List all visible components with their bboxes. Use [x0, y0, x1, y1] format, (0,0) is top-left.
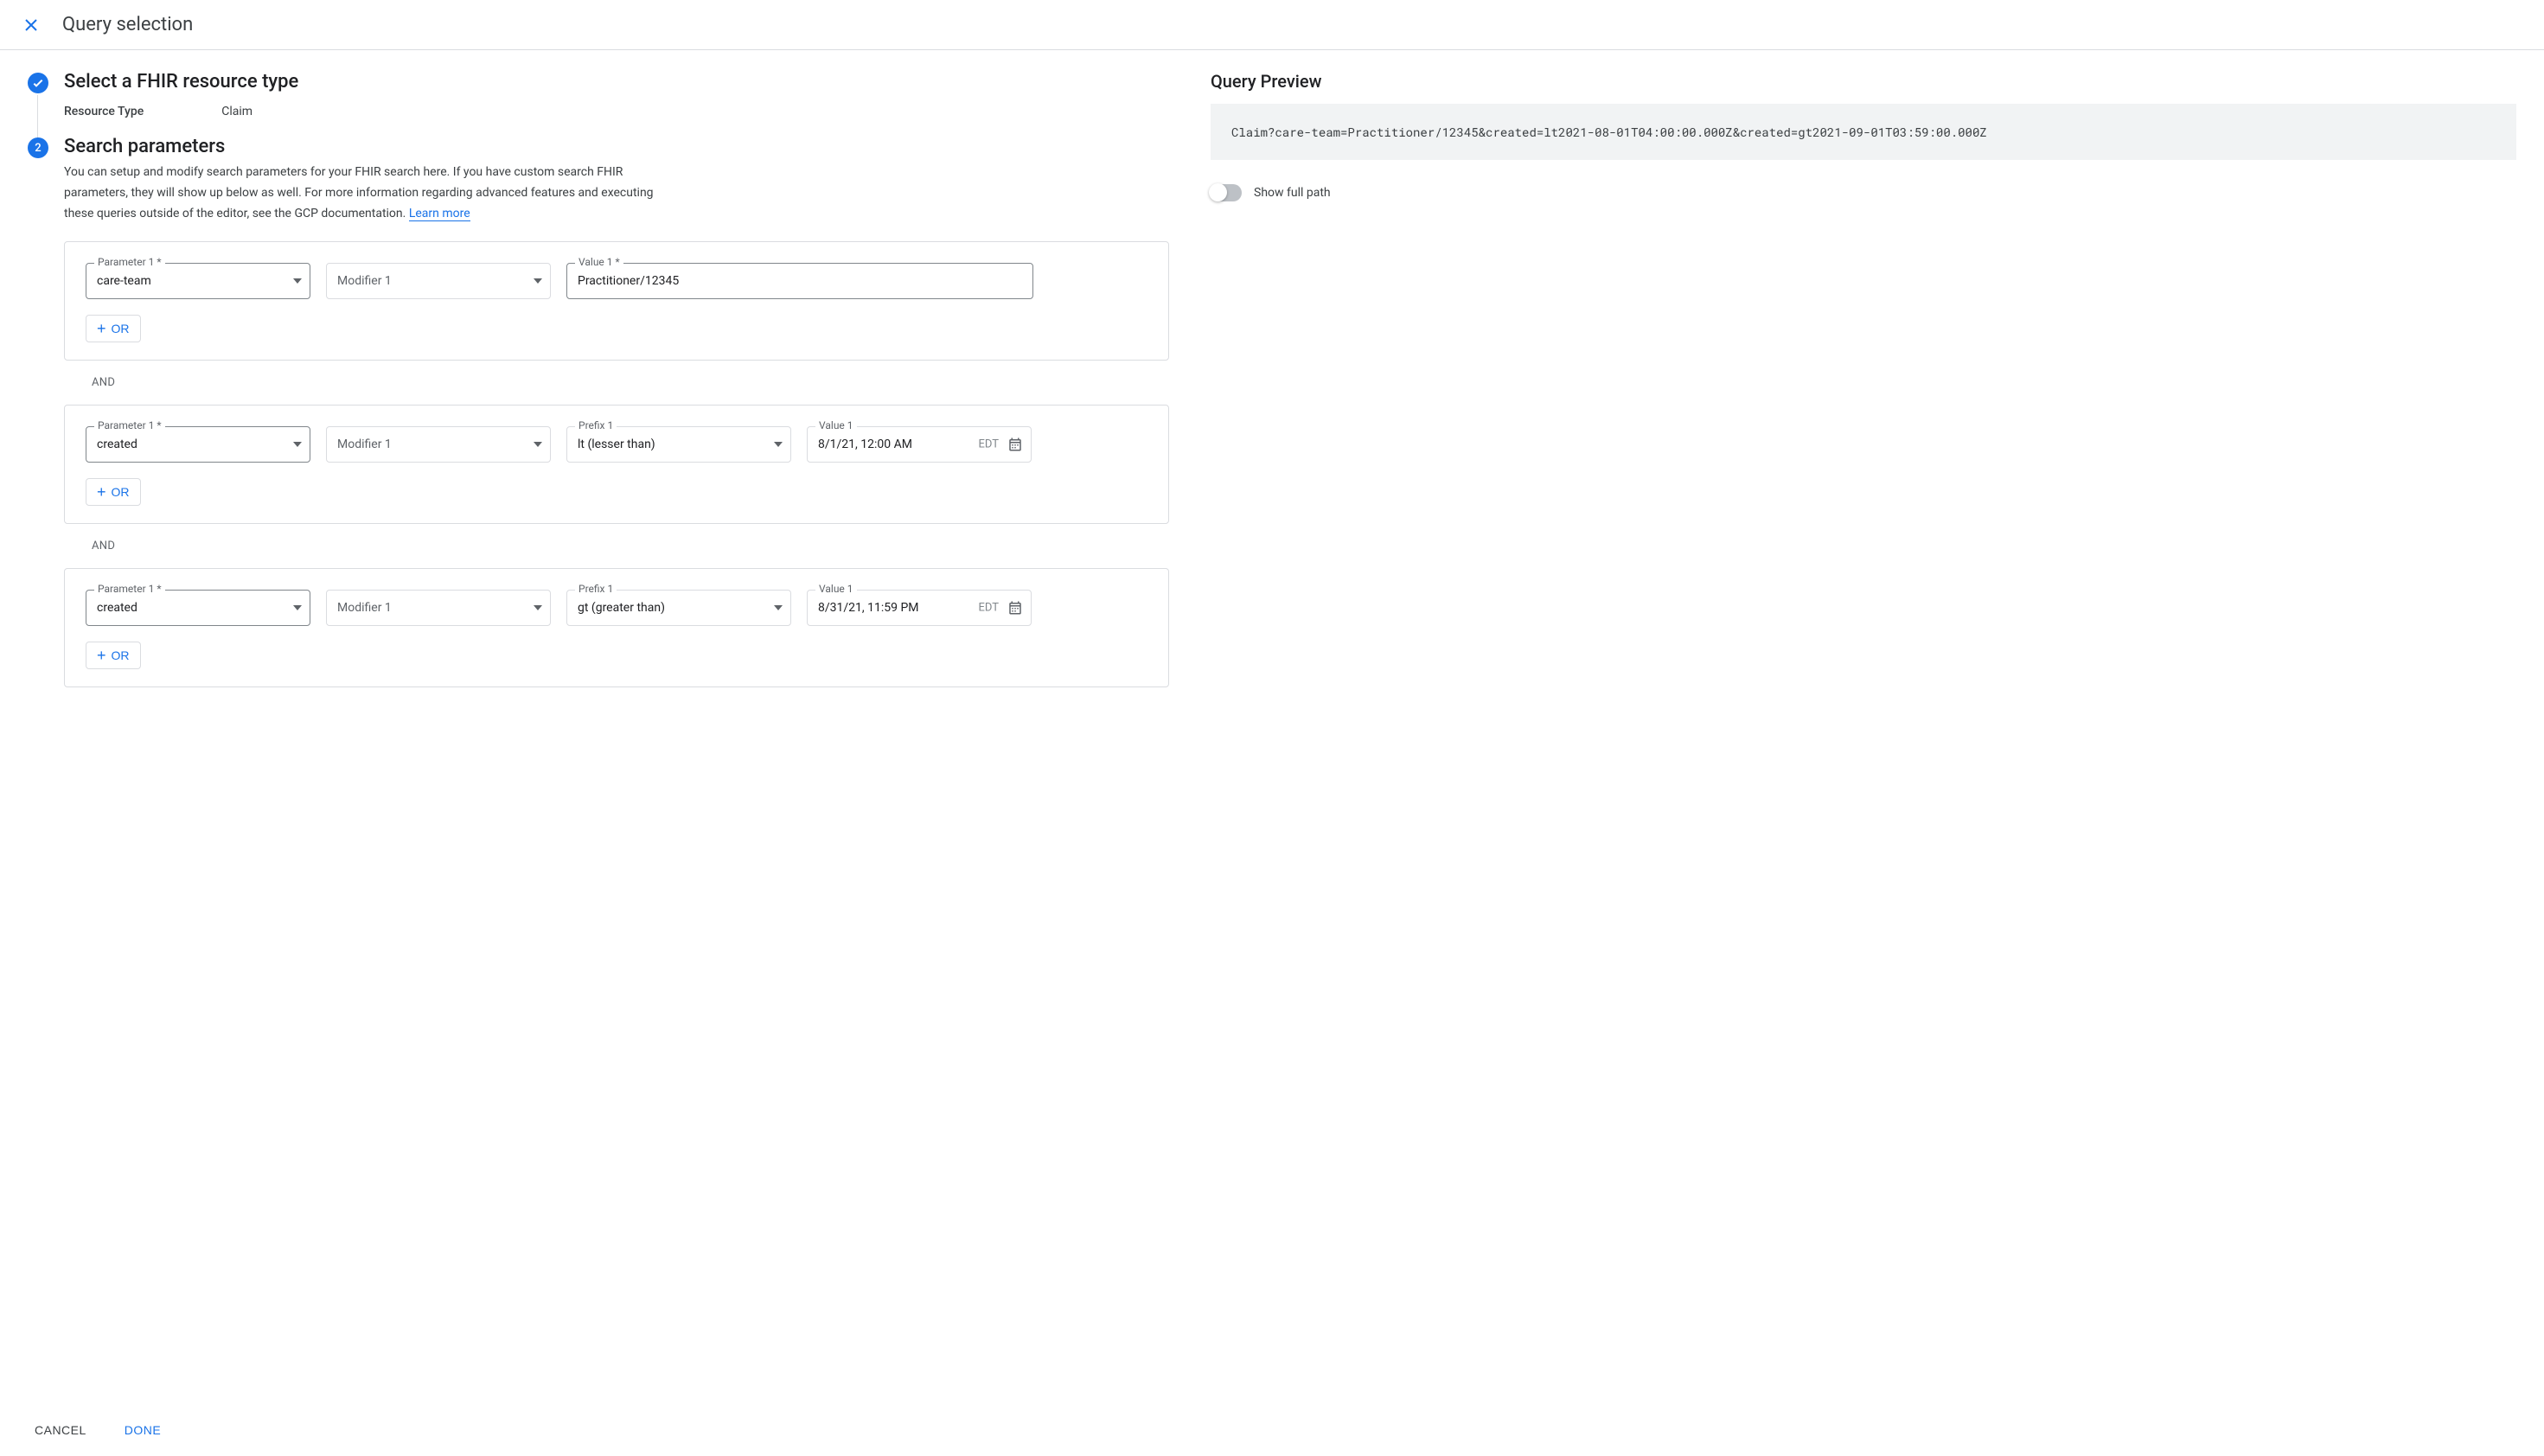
done-button[interactable]: DONE — [118, 1418, 168, 1442]
value-label: Value 1 — [815, 583, 857, 595]
parameter-select[interactable]: care-team — [86, 263, 310, 299]
parameter-select[interactable]: created — [86, 426, 310, 463]
parameter-field[interactable]: Parameter 1 *created — [86, 426, 310, 463]
calendar-icon[interactable] — [1007, 600, 1023, 616]
parameter-group: Parameter 1 *created Modifier 1 Prefix 1lt… — [64, 405, 1169, 524]
learn-more-link[interactable]: Learn more — [409, 207, 470, 221]
dialog-footer: CANCEL DONE — [0, 1404, 2544, 1456]
modifier-field[interactable]: Modifier 1 — [326, 590, 551, 626]
calendar-icon[interactable] — [1007, 437, 1023, 452]
parameter-label: Parameter 1 * — [94, 256, 165, 268]
and-separator: AND — [64, 361, 1169, 405]
prefix-field[interactable]: Prefix 1gt (greater than) — [566, 590, 791, 626]
value-date-input[interactable]: 8/1/21, 12:00 AM — [807, 426, 1032, 463]
step-1-row: Select a FHIR resource type Resource Typ… — [28, 71, 1169, 136]
value-label: Value 1 * — [575, 256, 623, 268]
or-button[interactable]: + OR — [86, 315, 141, 342]
prefix-select[interactable]: lt (lesser than) — [566, 426, 791, 463]
plus-icon: + — [97, 648, 106, 663]
parameter-field[interactable]: Parameter 1 *care-team — [86, 263, 310, 299]
modifier-field[interactable]: Modifier 1 — [326, 426, 551, 463]
parameter-label: Parameter 1 * — [94, 419, 165, 431]
parameter-field[interactable]: Parameter 1 *created — [86, 590, 310, 626]
or-label: OR — [112, 322, 130, 335]
step-2-number-badge: 2 — [28, 137, 48, 158]
step-2-row: 2 Search parameters You can setup and mo… — [28, 136, 1169, 687]
value-date-field[interactable]: Value 18/1/21, 12:00 AMEDT — [807, 426, 1032, 463]
modifier-field[interactable]: Modifier 1 — [326, 263, 551, 299]
and-separator: AND — [64, 524, 1169, 568]
plus-icon: + — [97, 484, 106, 500]
value-date-input[interactable]: 8/31/21, 11:59 PM — [807, 590, 1032, 626]
step-2-description: You can setup and modify search paramete… — [64, 163, 669, 224]
query-preview-box: Claim?care-team=Practitioner/12345&creat… — [1211, 104, 2516, 160]
modifier-select[interactable]: Modifier 1 — [326, 590, 551, 626]
or-button[interactable]: + OR — [86, 642, 141, 669]
show-full-path-label: Show full path — [1254, 186, 1331, 200]
dialog-title: Query selection — [62, 14, 193, 35]
modifier-select[interactable]: Modifier 1 — [326, 263, 551, 299]
resource-type-value: Claim — [221, 105, 252, 118]
or-button[interactable]: + OR — [86, 478, 141, 506]
or-label: OR — [112, 485, 130, 499]
prefix-label: Prefix 1 — [575, 419, 617, 431]
step-1-title: Select a FHIR resource type — [64, 71, 1169, 93]
modifier-select[interactable]: Modifier 1 — [326, 426, 551, 463]
step-1-check-icon — [28, 73, 48, 93]
prefix-field[interactable]: Prefix 1lt (lesser than) — [566, 426, 791, 463]
show-full-path-toggle[interactable] — [1211, 184, 1242, 201]
query-preview-title: Query Preview — [1211, 71, 2516, 92]
value-field[interactable]: Value 1 * — [566, 263, 1033, 299]
value-date-field[interactable]: Value 18/31/21, 11:59 PMEDT — [807, 590, 1032, 626]
resource-type-label: Resource Type — [64, 105, 144, 118]
prefix-select[interactable]: gt (greater than) — [566, 590, 791, 626]
parameter-group: Parameter 1 *care-team Modifier 1 Value 1 … — [64, 241, 1169, 361]
dialog-header: Query selection — [0, 0, 2544, 50]
cancel-button[interactable]: CANCEL — [28, 1418, 93, 1442]
value-label: Value 1 — [815, 419, 857, 431]
step-2-title: Search parameters — [64, 136, 1169, 157]
value-input[interactable] — [566, 263, 1033, 299]
close-icon[interactable] — [21, 15, 42, 35]
or-label: OR — [112, 648, 130, 662]
parameter-select[interactable]: created — [86, 590, 310, 626]
plus-icon: + — [97, 321, 106, 336]
prefix-label: Prefix 1 — [575, 583, 617, 595]
parameter-label: Parameter 1 * — [94, 583, 165, 595]
parameter-group: Parameter 1 *created Modifier 1 Prefix 1gt… — [64, 568, 1169, 687]
